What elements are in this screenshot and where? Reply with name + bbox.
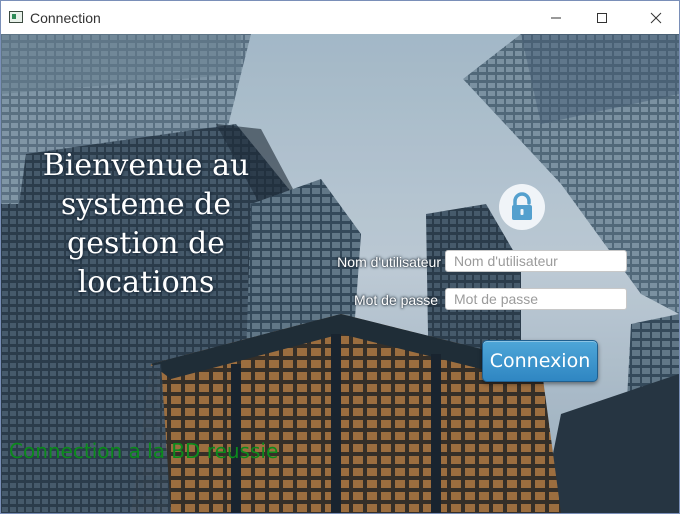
- minimize-button[interactable]: [533, 1, 579, 34]
- welcome-line-2: systeme de: [60, 187, 232, 222]
- welcome-line-3: gestion de: [67, 226, 225, 261]
- maximize-button[interactable]: [579, 1, 625, 34]
- connexion-button[interactable]: Connexion: [482, 340, 598, 382]
- welcome-line-4: locations: [77, 265, 215, 300]
- login-panel: Bienvenue au systeme de gestion de locat…: [1, 34, 679, 513]
- maximize-icon: [597, 12, 607, 23]
- close-button[interactable]: [633, 1, 679, 34]
- lock-icon: [499, 184, 545, 230]
- username-input[interactable]: [445, 250, 627, 272]
- password-input[interactable]: [445, 288, 627, 310]
- minimize-icon: [551, 17, 561, 18]
- app-window-icon: [9, 11, 23, 23]
- password-label: Mot de passe: [353, 292, 438, 308]
- db-status-message: Connection a la BD reussie: [9, 439, 279, 463]
- username-label: Nom d'utilisateur: [337, 254, 441, 270]
- window-title: Connection: [30, 10, 101, 26]
- title-bar[interactable]: Connection: [1, 1, 679, 34]
- welcome-line-1: Bienvenue au: [42, 148, 250, 183]
- close-icon: [650, 12, 662, 23]
- welcome-heading: Bienvenue au systeme de gestion de locat…: [21, 146, 271, 302]
- app-window: Connection Bienvenue au systeme de gesti…: [0, 0, 680, 514]
